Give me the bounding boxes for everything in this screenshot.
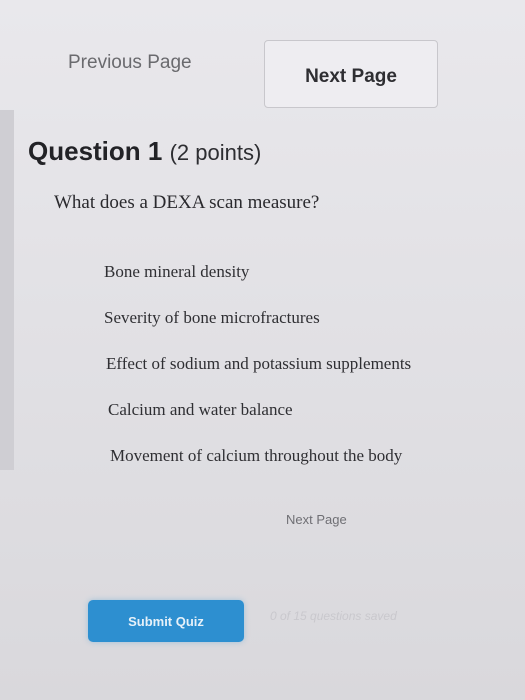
next-page-button-label: Next Page [305, 66, 397, 87]
answer-option[interactable]: Calcium and water balance [104, 398, 411, 444]
answer-options: Bone mineral density Severity of bone mi… [104, 260, 411, 490]
question-title: Question 1 [28, 136, 163, 166]
next-page-link-bottom[interactable]: Next Page [286, 512, 347, 527]
next-page-button[interactable]: Next Page [264, 40, 438, 108]
submit-quiz-label: Submit Quiz [128, 613, 204, 629]
questions-saved-status: 0 of 15 questions saved [270, 609, 397, 623]
question-heading: Question 1 (2 points) [28, 136, 261, 167]
answer-option[interactable]: Effect of sodium and potassium supplemen… [104, 352, 411, 398]
question-points: (2 points) [169, 140, 262, 165]
left-edge-shadow [0, 110, 14, 470]
question-text: What does a DEXA scan measure? [54, 192, 320, 213]
answer-option[interactable]: Bone mineral density [104, 260, 411, 306]
answer-option[interactable]: Movement of calcium throughout the body [104, 444, 411, 490]
previous-page-link[interactable]: Previous Page [68, 52, 192, 74]
answer-option[interactable]: Severity of bone microfractures [104, 306, 411, 352]
submit-quiz-button[interactable]: Submit Quiz [88, 600, 244, 642]
